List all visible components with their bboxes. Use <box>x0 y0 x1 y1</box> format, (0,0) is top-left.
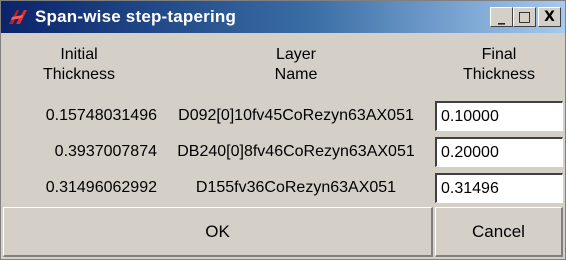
minimize-icon: _ <box>498 9 505 25</box>
layer-name-value: DB240[0]8fv46CoRezyn63AX051 <box>177 143 415 160</box>
layer-name-header: Layer Name <box>159 33 433 97</box>
layer-name-value: D155fv36CoRezyn63AX051 <box>195 179 397 196</box>
initial-thickness-value: 0.15748031496 <box>45 107 157 124</box>
final-thickness-input[interactable] <box>435 101 563 131</box>
ok-button[interactable]: OK <box>3 207 433 257</box>
window-title: Span-wise step-tapering <box>35 7 237 26</box>
final-thickness-input[interactable] <box>435 173 563 203</box>
window-controls: _ □ X <box>490 7 561 27</box>
minimize-button[interactable]: _ <box>490 7 513 27</box>
maximize-icon: □ <box>517 9 532 25</box>
close-button[interactable]: X <box>538 7 561 27</box>
cancel-button[interactable]: Cancel <box>435 207 563 257</box>
initial-header-line1: Initial <box>60 46 98 63</box>
title-bar[interactable]: Span-wise step-tapering _ □ X <box>1 1 565 33</box>
initial-thickness-header: Initial Thickness <box>1 33 157 97</box>
cancel-button-label: Cancel <box>472 221 525 241</box>
final-header-line2: Thickness <box>462 66 536 83</box>
final-header-line1: Final <box>481 46 517 63</box>
close-icon: X <box>544 9 555 25</box>
maximize-button[interactable]: □ <box>513 7 536 27</box>
layer-header-line1: Layer <box>275 46 317 63</box>
initial-header-line2: Thickness <box>42 66 116 83</box>
final-thickness-header: Final Thickness <box>435 33 563 97</box>
dialog-window: Span-wise step-tapering _ □ X Initial Th… <box>0 0 566 260</box>
initial-thickness-value: 0.3937007874 <box>54 143 157 160</box>
layer-header-line2: Name <box>274 66 318 83</box>
final-thickness-input[interactable] <box>435 137 563 167</box>
ok-button-label: OK <box>205 221 230 241</box>
layer-name-value: D092[0]10fv45CoRezyn63AX051 <box>178 107 414 124</box>
tk-feather-icon[interactable] <box>7 8 29 26</box>
initial-thickness-value: 0.31496062992 <box>45 179 157 196</box>
